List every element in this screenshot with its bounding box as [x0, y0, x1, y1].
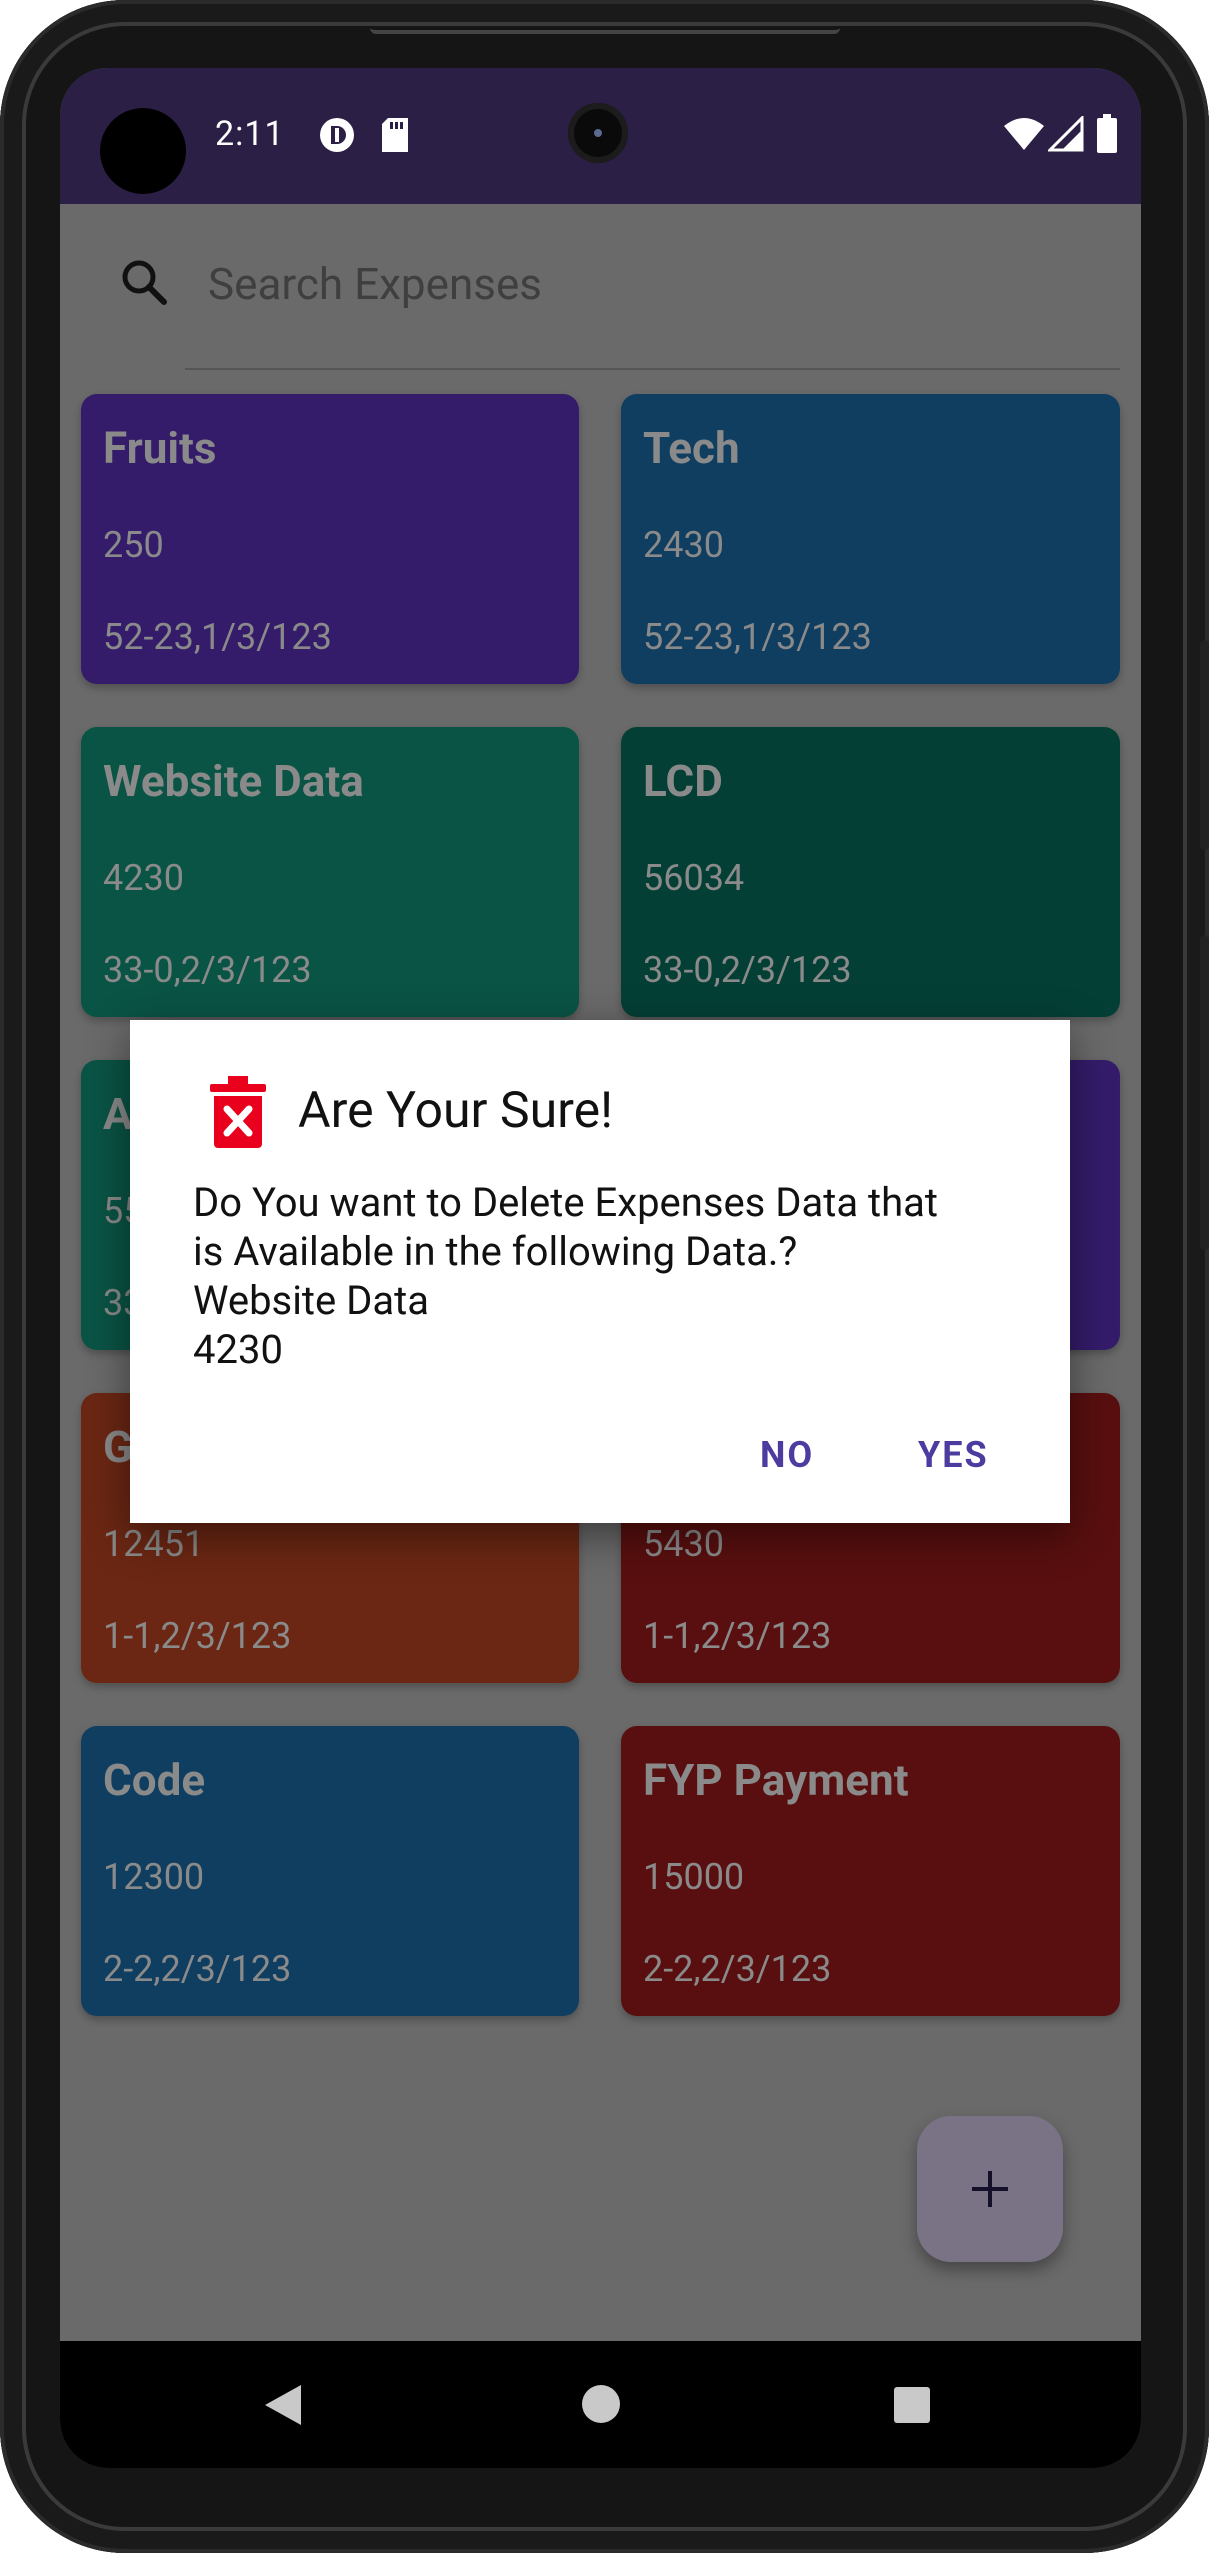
- expense-amount: 5430: [643, 1523, 724, 1565]
- expense-date: 2-2,2/3/123: [643, 1948, 832, 1990]
- expense-amount: 250: [103, 524, 164, 566]
- expense-date: 33-0,2/3/123: [103, 949, 312, 991]
- navigation-bar: [60, 2341, 1141, 2468]
- delete-icon: [210, 1076, 266, 1148]
- expense-card-lcd[interactable]: LCD 56034 33-0,2/3/123: [621, 727, 1120, 1017]
- expense-title: LCD: [643, 755, 723, 807]
- expense-title: G: [103, 1421, 133, 1473]
- expense-date: 52-23,1/3/123: [103, 616, 332, 658]
- search-input[interactable]: Search Expenses: [208, 258, 542, 310]
- expense-title: Fruits: [103, 422, 217, 474]
- battery-icon: [1097, 114, 1117, 153]
- expense-title: FYP Payment: [643, 1754, 909, 1806]
- delete-confirm-dialog: Are Your Sure! Do You want to Delete Exp…: [130, 1020, 1070, 1523]
- expense-title: Tech: [643, 422, 740, 474]
- expense-card-fyp-payment[interactable]: FYP Payment 15000 2-2,2/3/123: [621, 1726, 1120, 2016]
- expense-card-website-data[interactable]: Website Data 4230 33-0,2/3/123: [81, 727, 579, 1017]
- recents-icon[interactable]: [892, 2385, 932, 2425]
- wifi-icon: [1004, 118, 1044, 150]
- expense-title: A: [103, 1088, 133, 1140]
- expense-amount: 12451: [103, 1523, 205, 1565]
- yes-button[interactable]: YES: [918, 1434, 989, 1476]
- sd-card-icon: [382, 118, 408, 152]
- expense-card-tech[interactable]: Tech 2430 52-23,1/3/123: [621, 394, 1120, 684]
- signal-icon: [1048, 116, 1084, 152]
- front-camera: [568, 103, 628, 163]
- status-time: 2:11: [215, 114, 285, 154]
- expense-amount: 12300: [103, 1856, 205, 1898]
- expense-date: 52-23,1/3/123: [643, 616, 872, 658]
- expense-date: 33-0,2/3/123: [643, 949, 852, 991]
- expense-date: 2-2,2/3/123: [103, 1948, 292, 1990]
- expense-card-code[interactable]: Code 12300 2-2,2/3/123: [81, 1726, 579, 2016]
- expense-amount: 2430: [643, 524, 724, 566]
- search-icon: [122, 260, 167, 305]
- power-button: [1200, 640, 1209, 850]
- back-icon[interactable]: [263, 2383, 303, 2427]
- expense-date: 1-1,2/3/123: [643, 1615, 832, 1657]
- expense-title: Code: [103, 1754, 206, 1806]
- home-icon[interactable]: [581, 2384, 621, 2424]
- expense-date: 1-1,2/3/123: [103, 1615, 292, 1657]
- dialog-message: Do You want to Delete Expenses Data that…: [193, 1179, 938, 1373]
- volume-button: [1200, 935, 1209, 1250]
- status-bar: 2:11: [60, 68, 1141, 204]
- sync-icon: [320, 118, 354, 152]
- camera-cutout: [100, 108, 186, 194]
- add-expense-button[interactable]: [917, 2116, 1063, 2262]
- expense-amount: 56034: [643, 857, 745, 899]
- expense-title: Website Data: [103, 755, 364, 807]
- screen: 2:11 Search Expenses Fruits 250 52-23,1/…: [60, 68, 1141, 2468]
- expense-amount: 15000: [643, 1856, 745, 1898]
- no-button[interactable]: NO: [760, 1434, 814, 1476]
- search-underline: [185, 368, 1120, 370]
- expense-card-fruits[interactable]: Fruits 250 52-23,1/3/123: [81, 394, 579, 684]
- expense-amount: 4230: [103, 857, 184, 899]
- phone-top-edge: [370, 0, 840, 34]
- dialog-title: Are Your Sure!: [298, 1082, 614, 1140]
- plus-icon: [972, 2171, 1008, 2207]
